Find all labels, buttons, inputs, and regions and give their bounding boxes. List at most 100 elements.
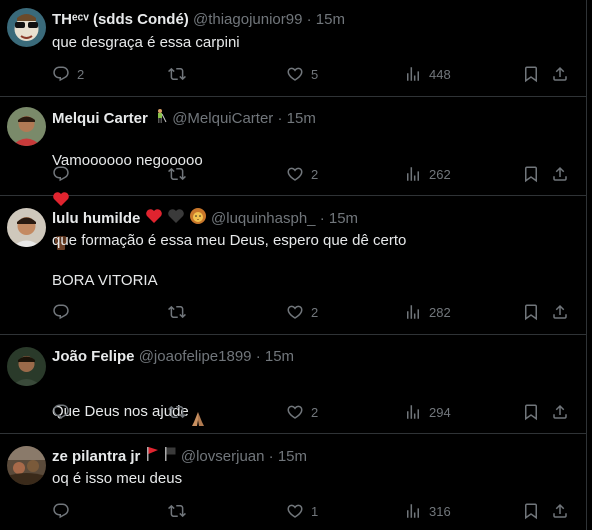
reply-icon [52, 303, 70, 321]
timestamp[interactable]: 15m [278, 448, 307, 465]
tweet-text: oq é isso meu deus [52, 470, 183, 487]
like-button[interactable]: 2 [286, 402, 318, 422]
tweet-header: lulu humilde @luquinhasph_ · 15m [52, 207, 574, 227]
avatar[interactable] [7, 446, 46, 485]
black-heart-emoji [167, 208, 185, 230]
bookmark-button[interactable] [522, 501, 540, 521]
share-icon [551, 303, 569, 321]
like-count: 1 [311, 503, 319, 519]
reply-icon [52, 502, 70, 520]
bar-chart-icon [404, 303, 422, 321]
share-button[interactable] [551, 501, 569, 521]
repost-button[interactable] [168, 64, 193, 84]
reply-icon [52, 165, 70, 183]
tweet-header: THᵉᶜᵛ (sdds Condé) @thiagojunior99 · 15m [52, 10, 574, 30]
views-button[interactable]: 282 [404, 302, 451, 322]
red-heart-emoji [145, 208, 163, 230]
repost-icon [168, 303, 186, 321]
reply-button[interactable] [52, 164, 77, 184]
repost-icon [168, 165, 186, 183]
tweet[interactable]: ze pilantra jr @lovserjuan · 15m oq é is… [0, 434, 586, 530]
user-handle[interactable]: @joaofelipe1899 [139, 348, 252, 365]
timestamp[interactable]: 15m [316, 11, 345, 28]
heart-icon [286, 403, 304, 421]
user-handle[interactable]: @lovserjuan [181, 448, 265, 465]
timestamp[interactable]: 15m [329, 210, 358, 227]
views-button[interactable]: 448 [404, 64, 451, 84]
like-count: 2 [311, 304, 319, 320]
bookmark-button[interactable] [522, 164, 540, 184]
like-count: 2 [311, 404, 319, 420]
bookmark-button[interactable] [522, 302, 540, 322]
separator: · [277, 109, 283, 127]
repost-icon [168, 403, 186, 421]
share-icon [551, 502, 569, 520]
tweet-header: João Felipe @joaofelipe1899 · 15m [52, 347, 574, 367]
bookmark-button[interactable] [522, 64, 540, 84]
tweet-text: que desgraça é essa carpini [52, 34, 240, 51]
display-name[interactable]: João Felipe [52, 348, 135, 365]
avatar[interactable] [7, 347, 46, 386]
tweet-actions: 2 294 [52, 402, 572, 422]
tweet[interactable]: THᵉᶜᵛ (sdds Condé) @thiagojunior99 · 15m… [0, 0, 586, 97]
user-handle[interactable]: @thiagojunior99 [193, 11, 302, 28]
tweet-text: que formação é essa meu Deus, espero que… [52, 232, 407, 289]
repost-button[interactable] [168, 302, 193, 322]
share-button[interactable] [551, 402, 569, 422]
tweet-actions: 2 262 [52, 164, 572, 184]
tweet[interactable]: lulu humilde @luquinhasph_ · 15m que for… [0, 196, 586, 335]
tweet-header: ze pilantra jr @lovserjuan · 15m [52, 446, 574, 466]
display-name[interactable]: lulu humilde [52, 210, 140, 227]
bookmark-icon [522, 65, 540, 83]
repost-button[interactable] [168, 402, 193, 422]
share-button[interactable] [551, 64, 569, 84]
timeline-right-border [586, 0, 587, 530]
tweet[interactable]: Melqui Carter @MelquiCarter · 15m Vamooo… [0, 97, 586, 250]
display-name[interactable]: THᵉᶜᵛ (sdds Condé) [52, 11, 189, 28]
avatar[interactable] [7, 107, 46, 146]
timestamp[interactable]: 15m [287, 110, 316, 127]
black-flag-emoji [163, 446, 177, 468]
like-button[interactable]: 1 [286, 501, 318, 521]
reply-button[interactable] [52, 302, 77, 322]
heart-icon [286, 502, 304, 520]
bar-chart-icon [404, 165, 422, 183]
red-flag-emoji [145, 446, 159, 468]
tweet[interactable]: João Felipe @joaofelipe1899 · 15m Que De… [0, 335, 586, 434]
views-button[interactable]: 316 [404, 501, 451, 521]
bookmark-button[interactable] [522, 402, 540, 422]
heart-icon [286, 65, 304, 83]
reply-button[interactable] [52, 501, 77, 521]
display-name[interactable]: ze pilantra jr [52, 448, 140, 465]
bookmark-icon [522, 502, 540, 520]
avatar[interactable] [7, 208, 46, 247]
like-button[interactable]: 2 [286, 302, 318, 322]
reply-button[interactable]: 2 [52, 64, 84, 84]
view-count: 282 [429, 304, 451, 320]
repost-icon [168, 65, 186, 83]
separator: · [255, 348, 261, 365]
heart-icon [286, 303, 304, 321]
reply-icon [52, 65, 70, 83]
repost-button[interactable] [168, 164, 193, 184]
reply-button[interactable] [52, 402, 77, 422]
user-handle[interactable]: @luquinhasph_ [211, 210, 315, 227]
tweet-actions: 1 316 [52, 501, 572, 521]
avatar[interactable] [7, 8, 46, 47]
share-icon [551, 403, 569, 421]
reply-icon [52, 403, 70, 421]
display-name[interactable]: Melqui Carter [52, 110, 148, 127]
share-button[interactable] [551, 164, 569, 184]
lion-emoji [189, 207, 207, 231]
repost-button[interactable] [168, 501, 193, 521]
bookmark-icon [522, 303, 540, 321]
like-button[interactable]: 5 [286, 64, 318, 84]
share-button[interactable] [551, 302, 569, 322]
user-handle[interactable]: @MelquiCarter [172, 110, 273, 127]
views-button[interactable]: 262 [404, 164, 451, 184]
bookmark-icon [522, 403, 540, 421]
timestamp[interactable]: 15m [265, 348, 294, 365]
views-button[interactable]: 294 [404, 402, 451, 422]
like-button[interactable]: 2 [286, 164, 318, 184]
heart-icon [286, 165, 304, 183]
